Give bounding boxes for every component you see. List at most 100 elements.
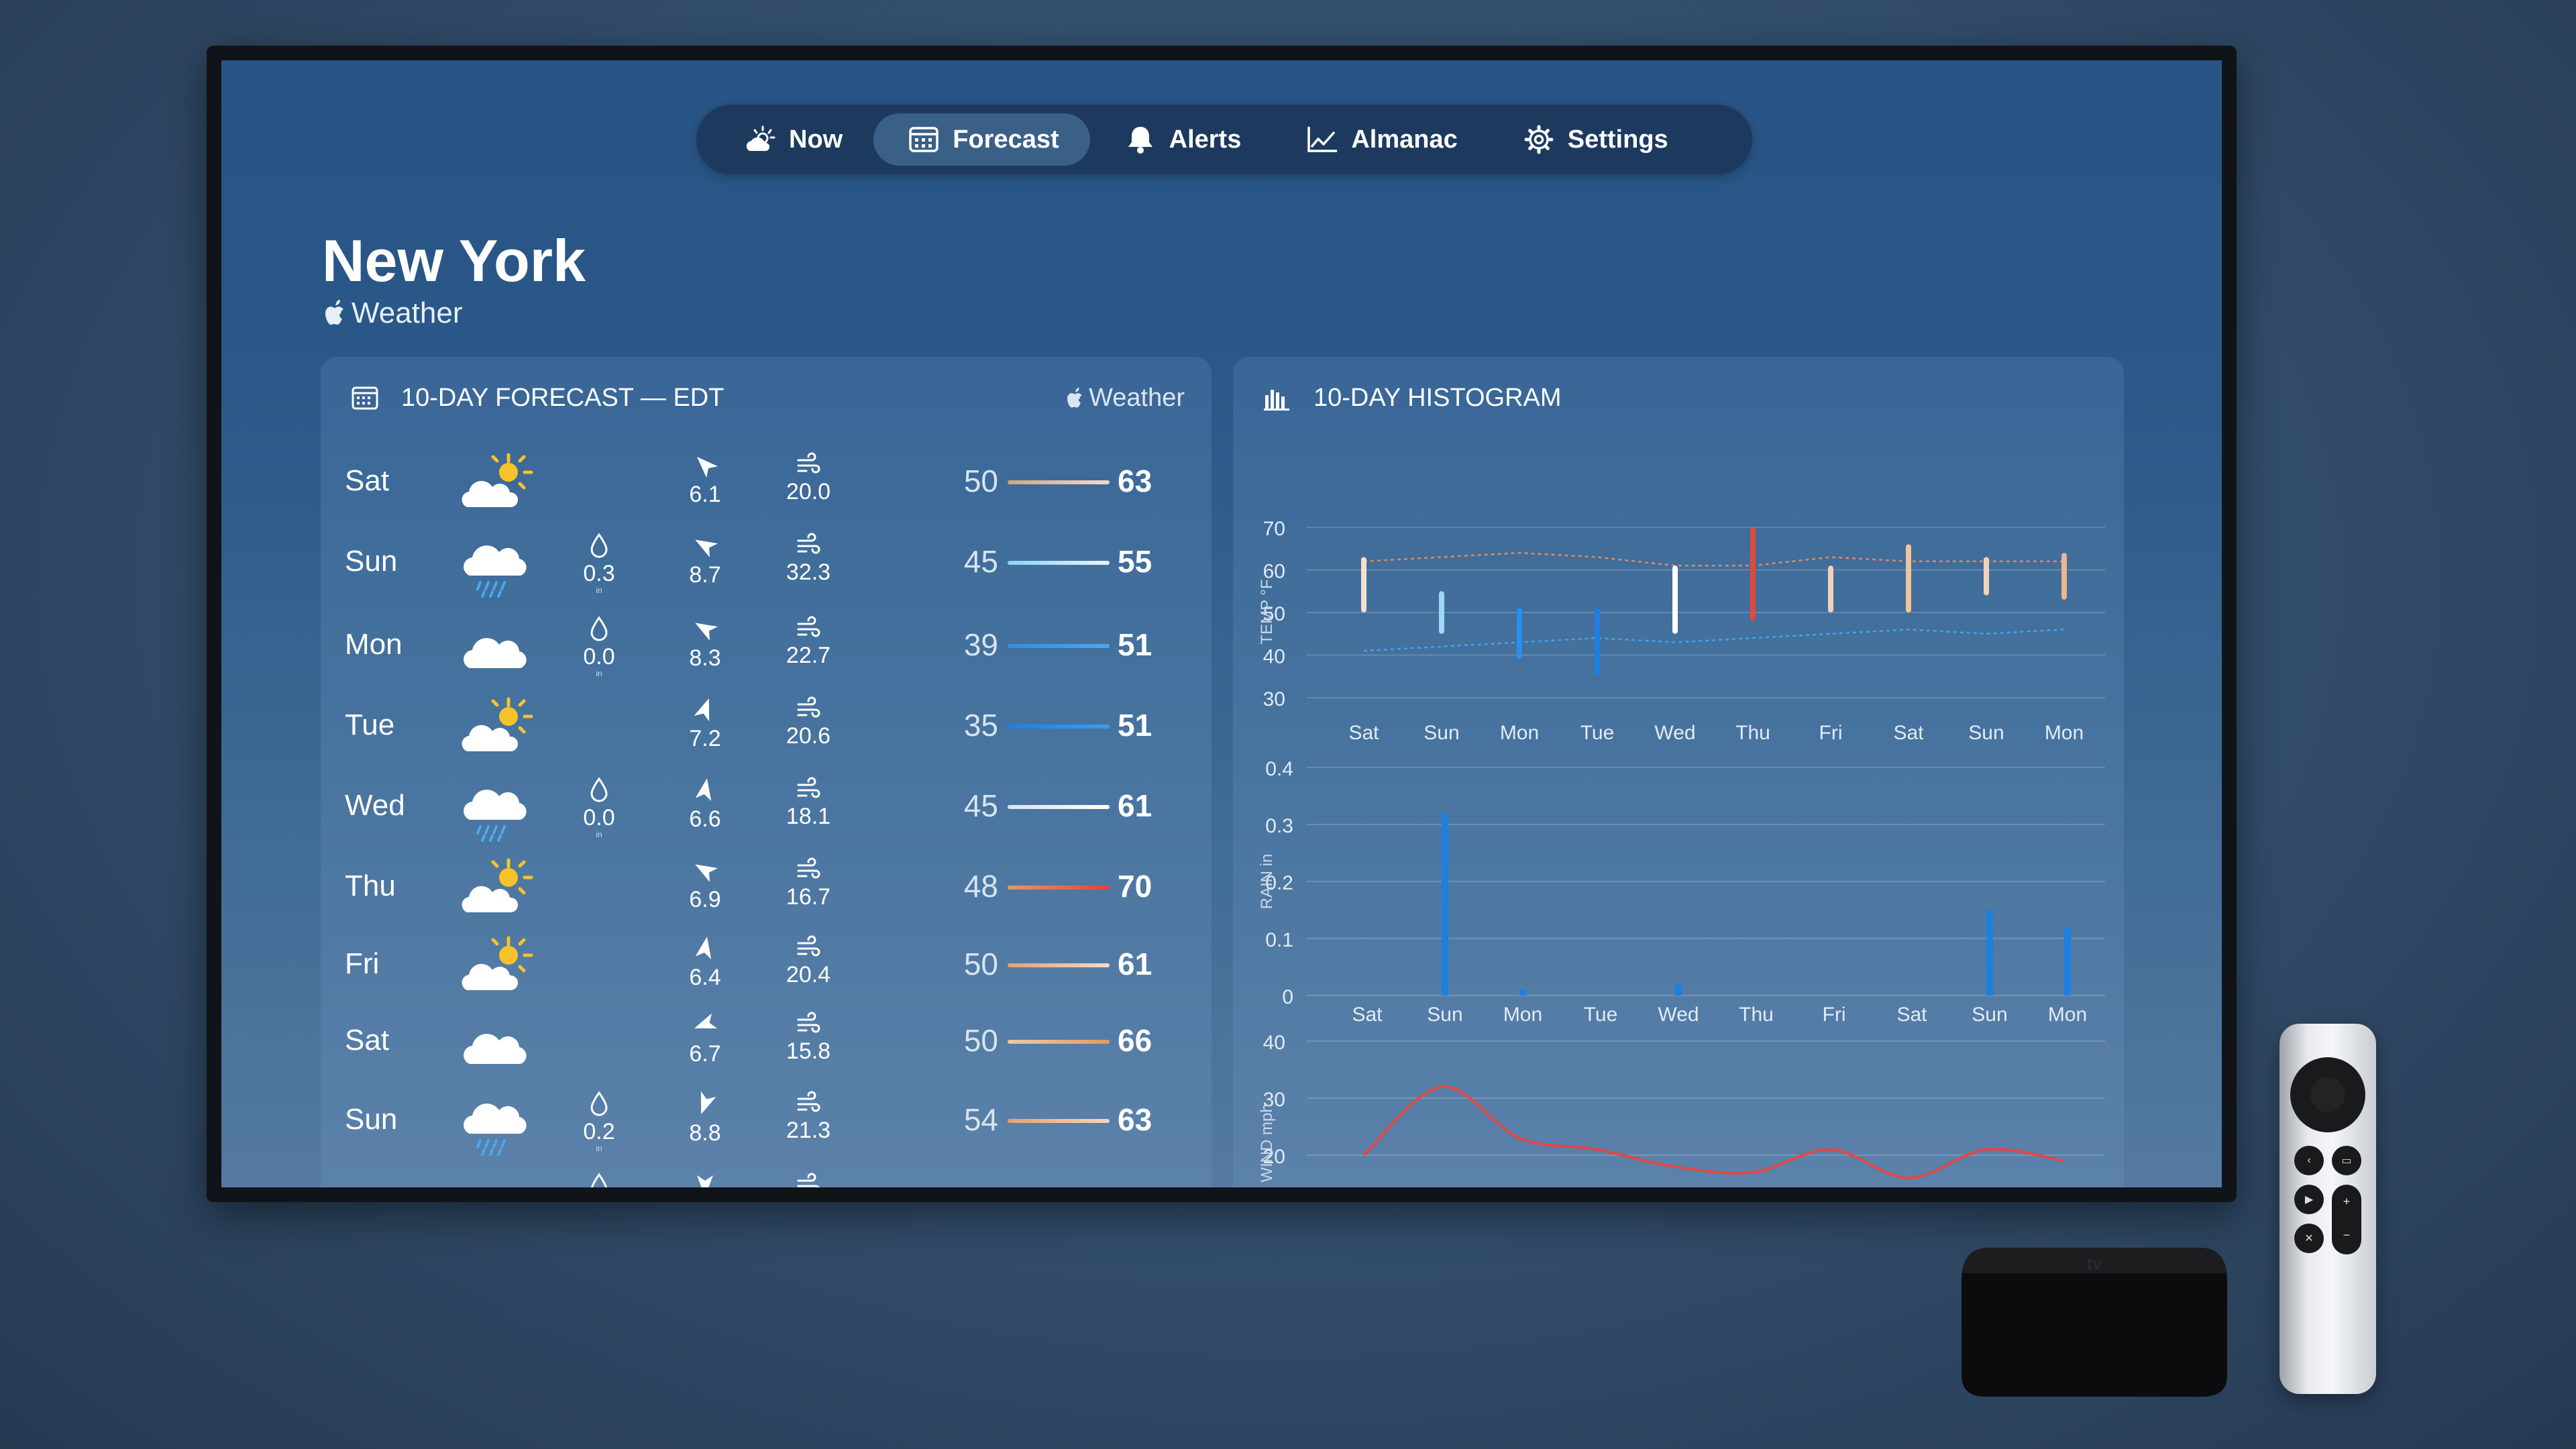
cloud-icon — [455, 1008, 535, 1080]
forecast-row[interactable]: Tue 7.2 20.6 35 51 — [321, 688, 1212, 769]
temp-range-bar — [1008, 1119, 1110, 1123]
cloud-icon — [455, 612, 535, 684]
tv-screen: Now Forecast Alerts Almanac Settings New Yor… — [221, 60, 2222, 1187]
wind-speed: 7.2 — [689, 726, 721, 751]
gust-cell: 20.4 — [771, 935, 845, 988]
day-label: Wed — [345, 789, 405, 822]
temp-bar — [1984, 557, 1989, 596]
forecast-row[interactable]: Thu 6.9 16.7 48 70 — [321, 849, 1212, 930]
raindrop-icon — [569, 616, 629, 641]
x-tick-label: Sat — [1893, 722, 1924, 744]
tab-now[interactable]: Now — [710, 113, 873, 166]
forecast-row[interactable]: Sat 6.1 20.0 50 63 — [321, 444, 1212, 525]
temp-range-bar — [1008, 561, 1110, 565]
precip-value: 0.2 — [583, 1119, 615, 1144]
wind-direction-icon — [675, 695, 735, 723]
y-tick-label: 30 — [1263, 688, 1285, 710]
wind-cell: 6.4 — [675, 934, 735, 991]
temp-range-bar — [1008, 480, 1110, 484]
high-temp: 63 — [1118, 464, 1152, 498]
x-tick-label: Mon — [2048, 1004, 2087, 1026]
forecast-card: 10-DAY FORECAST — EDT Weather Sat 6.1 20.0… — [321, 357, 1212, 1187]
weather-brand: Weather — [322, 297, 463, 330]
tab-label: Settings — [1567, 125, 1668, 154]
rain-bar — [1442, 813, 1448, 996]
y-axis-label: TEMP °F — [1258, 579, 1276, 644]
forecast-header: 10-DAY FORECAST — EDT — [350, 381, 724, 415]
forecast-brand: Weather — [1065, 384, 1185, 413]
x-tick-label: Thu — [1739, 1004, 1774, 1026]
wind-cell: 6.1 — [675, 451, 735, 508]
tab-bar: Now Forecast Alerts Almanac Settings — [696, 105, 1752, 174]
apple-logo-icon — [1067, 387, 1082, 408]
day-label: Mon — [345, 628, 402, 661]
forecast-row[interactable]: Mon 0.0 in 8.3 22.7 39 51 — [321, 608, 1212, 688]
rain-bar — [1986, 910, 1993, 996]
histogram-clip: 10-DAY HISTOGRAM 70 60 50 40 30 TEMP °F Sat Sun… — [1233, 357, 2124, 1187]
wind-direction-icon — [675, 856, 735, 884]
day-label: Sat — [345, 464, 390, 497]
temp-bar — [1439, 591, 1444, 634]
brand-label: Weather — [352, 297, 463, 329]
x-tick-label: Mon — [1500, 722, 1539, 744]
forecast-row[interactable]: Sun 0.3 in 8.7 32.3 45 55 — [321, 525, 1212, 605]
partly-sunny-icon — [455, 853, 535, 926]
high-temp: 51 — [1118, 627, 1152, 662]
normal-low-line — [1363, 629, 2065, 652]
wind-gust-icon — [771, 1012, 845, 1034]
tab-settings[interactable]: Settings — [1489, 113, 1699, 166]
low-temp: 45 — [963, 544, 998, 579]
city-title: New York — [322, 227, 586, 294]
forecast-row[interactable]: Sun 0.2 in 8.8 21.3 54 63 — [321, 1083, 1212, 1163]
rain-bar — [1519, 989, 1526, 996]
remote-back-button: ‹ — [2294, 1146, 2324, 1175]
y-axis-label: RAIN in — [1258, 854, 1276, 910]
tab-almanac[interactable]: Almanac — [1272, 113, 1488, 166]
forecast-row[interactable]: Fri 6.4 20.4 50 61 — [321, 927, 1212, 1008]
forecast-row-partial[interactable] — [321, 1165, 1212, 1187]
wind-direction-icon — [675, 451, 735, 479]
x-tick-label: Tue — [1584, 1004, 1618, 1026]
gust-speed: 22.7 — [786, 643, 831, 668]
gust-speed: 32.3 — [786, 559, 831, 585]
forecast-row[interactable]: Wed 0.0 in 6.6 18.1 45 61 — [321, 769, 1212, 849]
wind-gust-icon — [771, 533, 845, 555]
forecast-row[interactable]: Sat 6.7 15.8 50 66 — [321, 1004, 1212, 1084]
forecast-title: 10-DAY FORECAST — EDT — [401, 383, 724, 412]
wind-speed: 8.3 — [689, 645, 721, 671]
tab-label: Forecast — [953, 125, 1059, 154]
temp-range-bar — [1008, 963, 1110, 967]
partly-sunny-icon — [455, 931, 535, 1004]
wind-cell: 6.9 — [675, 856, 735, 913]
raindrop-icon — [569, 1173, 629, 1187]
tab-alerts[interactable]: Alerts — [1090, 113, 1273, 166]
wind-cell: 8.8 — [675, 1089, 735, 1146]
wind-direction-icon — [675, 531, 735, 559]
wind-cell: 6.6 — [675, 775, 735, 833]
precip-unit: in — [596, 586, 602, 595]
precip-value: 0.0 — [583, 805, 615, 830]
x-tick-label: Tue — [1580, 722, 1615, 744]
wind-gust-icon — [771, 616, 845, 639]
siri-remote: ‹ ▭ ▶ + − ✕ — [2279, 1024, 2376, 1394]
temp-bar — [1361, 557, 1366, 612]
cloud-icon — [455, 1169, 535, 1187]
precip-value: 0.0 — [583, 644, 615, 669]
gust-cell: 22.7 — [771, 616, 845, 669]
tab-forecast[interactable]: Forecast — [873, 113, 1090, 166]
wind-speed: 8.8 — [689, 1120, 721, 1146]
y-tick-label: 0.1 — [1265, 929, 1293, 951]
wind-speed: 6.7 — [689, 1041, 721, 1067]
gust-cell: 15.8 — [771, 1012, 845, 1065]
gust-speed: 20.4 — [786, 962, 831, 987]
bell-icon — [1121, 124, 1160, 155]
high-temp: 66 — [1118, 1023, 1152, 1058]
low-temp: 45 — [963, 788, 998, 823]
temp-bar — [1517, 608, 1522, 659]
wind-gust-icon — [771, 777, 845, 800]
raindrop-icon — [569, 1091, 629, 1116]
wind-speed: 6.9 — [689, 887, 721, 912]
wind-speed: 8.7 — [689, 562, 721, 588]
precip-unit: in — [596, 669, 602, 678]
raindrop-icon — [569, 777, 629, 802]
